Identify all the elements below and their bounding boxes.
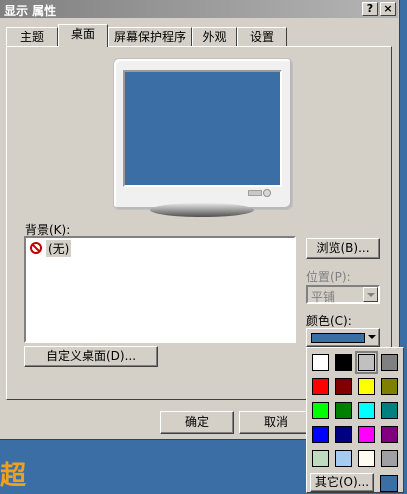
ok-button[interactable]: 确定 <box>160 411 234 434</box>
chevron-down-icon <box>368 335 376 339</box>
current-color-preview <box>380 475 398 492</box>
monitor-stand <box>150 203 254 217</box>
monitor-screen <box>123 70 282 187</box>
color-swatch[interactable] <box>358 402 375 419</box>
monitor-power-slot <box>248 190 262 196</box>
color-swatch[interactable] <box>312 450 329 467</box>
color-swatch[interactable] <box>335 354 352 371</box>
none-icon <box>30 242 42 254</box>
title-bar[interactable]: 显示 属性 ? × <box>0 0 398 18</box>
list-item[interactable]: (无) <box>30 239 72 257</box>
color-swatch[interactable] <box>355 351 378 374</box>
color-swatch[interactable] <box>335 450 352 467</box>
tab-screensaver[interactable]: 屏幕保护程序 <box>108 27 192 46</box>
color-swatch[interactable] <box>312 426 329 443</box>
color-swatch[interactable] <box>312 378 329 395</box>
close-button[interactable]: × <box>380 2 396 16</box>
tab-desktop[interactable]: 桌面 <box>58 24 108 47</box>
position-select[interactable]: 平铺 <box>306 285 380 304</box>
color-picker-button[interactable] <box>306 328 380 347</box>
color-swatch[interactable] <box>335 378 352 395</box>
color-swatch[interactable] <box>312 402 329 419</box>
position-label: 位置(P): <box>306 270 351 284</box>
desktop-icon-text: 超 <box>0 461 27 491</box>
help-button[interactable]: ? <box>362 2 378 16</box>
color-swatch[interactable] <box>358 450 375 467</box>
color-label: 颜色(C): <box>306 314 352 328</box>
color-swatch[interactable] <box>381 402 398 419</box>
power-led-icon <box>263 189 271 197</box>
color-swatch[interactable] <box>381 378 398 395</box>
position-value: 平铺 <box>311 290 336 304</box>
color-swatch[interactable] <box>381 354 398 371</box>
tab-themes[interactable]: 主题 <box>6 27 58 46</box>
color-swatch[interactable] <box>358 426 375 443</box>
current-color-swatch <box>311 333 365 343</box>
color-swatch[interactable] <box>312 354 329 371</box>
customize-desktop-button[interactable]: 自定义桌面(D)... <box>24 346 158 367</box>
tab-appearance[interactable]: 外观 <box>192 27 237 46</box>
other-colors-button[interactable]: 其它(O)... <box>310 473 374 492</box>
list-item-label: (无) <box>46 239 72 257</box>
color-swatch[interactable] <box>335 402 352 419</box>
color-swatch[interactable] <box>335 426 352 443</box>
color-swatch[interactable] <box>358 378 375 395</box>
color-palette-popup: 其它(O)... <box>306 347 404 493</box>
window-title: 显示 属性 <box>4 4 57 18</box>
tab-settings[interactable]: 设置 <box>237 27 287 46</box>
cancel-button[interactable]: 取消 <box>239 411 313 434</box>
browse-button[interactable]: 浏览(B)... <box>306 238 380 259</box>
color-swatch[interactable] <box>381 426 398 443</box>
chevron-down-icon <box>363 287 378 302</box>
color-swatch[interactable] <box>381 450 398 467</box>
background-list[interactable]: (无) <box>24 236 296 343</box>
